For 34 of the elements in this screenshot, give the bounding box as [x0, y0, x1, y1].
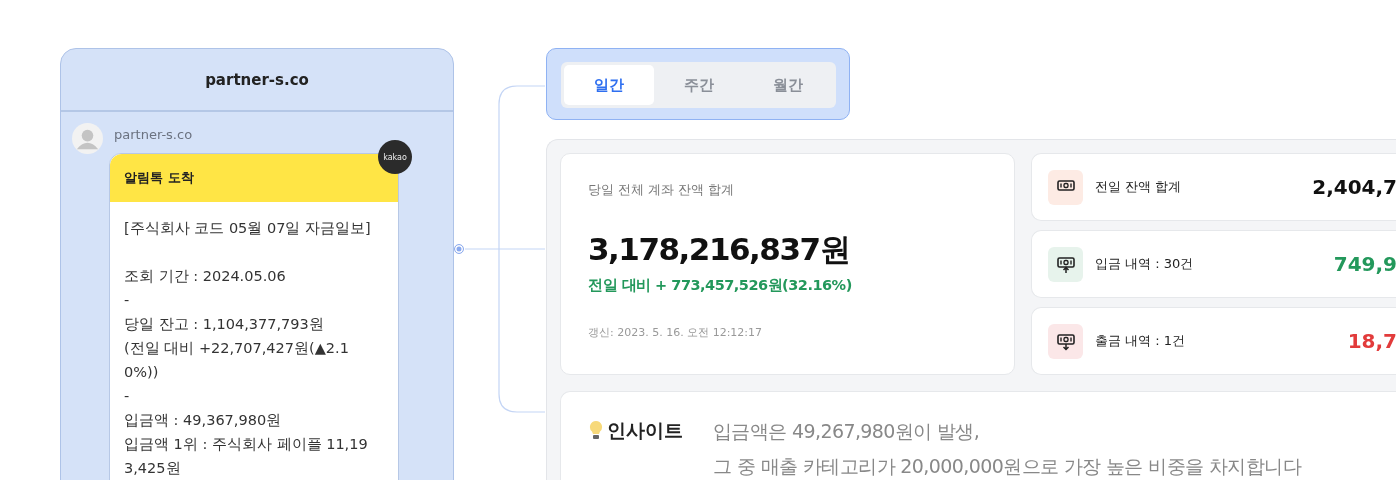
- period-tab[interactable]: 일간: [564, 65, 654, 105]
- money-icon: [1048, 323, 1083, 359]
- message-line: -: [124, 388, 130, 404]
- message-line: 3,425원: [124, 460, 181, 476]
- stat-label: 입금 내역 : 30건: [1095, 255, 1195, 273]
- stat-value: 18,7: [1347, 329, 1396, 353]
- money-icon: [1048, 169, 1083, 205]
- period-tab[interactable]: 월간: [743, 65, 833, 105]
- balance-label: 당일 전체 계좌 잔액 합계: [588, 182, 735, 199]
- message-line: 조회 기간 : 2024.05.06: [124, 268, 286, 284]
- stat-label: 전일 잔액 합계: [1095, 178, 1183, 196]
- kakao-badge: kakao: [378, 140, 412, 174]
- balance-change: 전일 대비 + 773,457,526원(32.16%): [588, 276, 853, 295]
- message-line: [주식회사 코드 05월 07일 자금일보]: [124, 220, 371, 236]
- updated-time: 갱신: 2023. 5. 16. 오전 12:12:17: [588, 325, 764, 340]
- message-line: (전일 대비 +22,707,427원(▲2.1: [124, 340, 349, 356]
- message-line: 입금액 : 49,367,980원: [124, 412, 282, 428]
- stat-label: 출금 내역 : 1건: [1095, 332, 1187, 350]
- insight-text: 입금액은 49,267,980원이 발생,: [713, 419, 981, 444]
- message-line: 당일 잔고 : 1,104,377,793원: [124, 316, 324, 332]
- chat-title: partner-s.co: [61, 49, 453, 112]
- avatar-icon: [72, 122, 103, 154]
- insight-text: 그 중 매출 카테고리가 20,000,000원으로 가장 높은 비중을 차지합니다: [713, 454, 1301, 479]
- money-icon: [1048, 246, 1083, 282]
- period-tab[interactable]: 주간: [653, 65, 744, 105]
- lightbulb-icon: [589, 420, 603, 442]
- sender-name: partner-s.co: [114, 126, 193, 142]
- balance-amount: 3,178,216,837원: [588, 230, 851, 269]
- message-line: 0%)): [124, 364, 159, 380]
- message-line: 입금액 1위 : 주식회사 페이플 11,19: [124, 436, 368, 452]
- stat-value: 2,404,7: [1312, 175, 1396, 199]
- message-line: -: [124, 292, 130, 308]
- stat-value: 749,9: [1333, 252, 1396, 276]
- insight-title: 인사이트: [607, 418, 683, 443]
